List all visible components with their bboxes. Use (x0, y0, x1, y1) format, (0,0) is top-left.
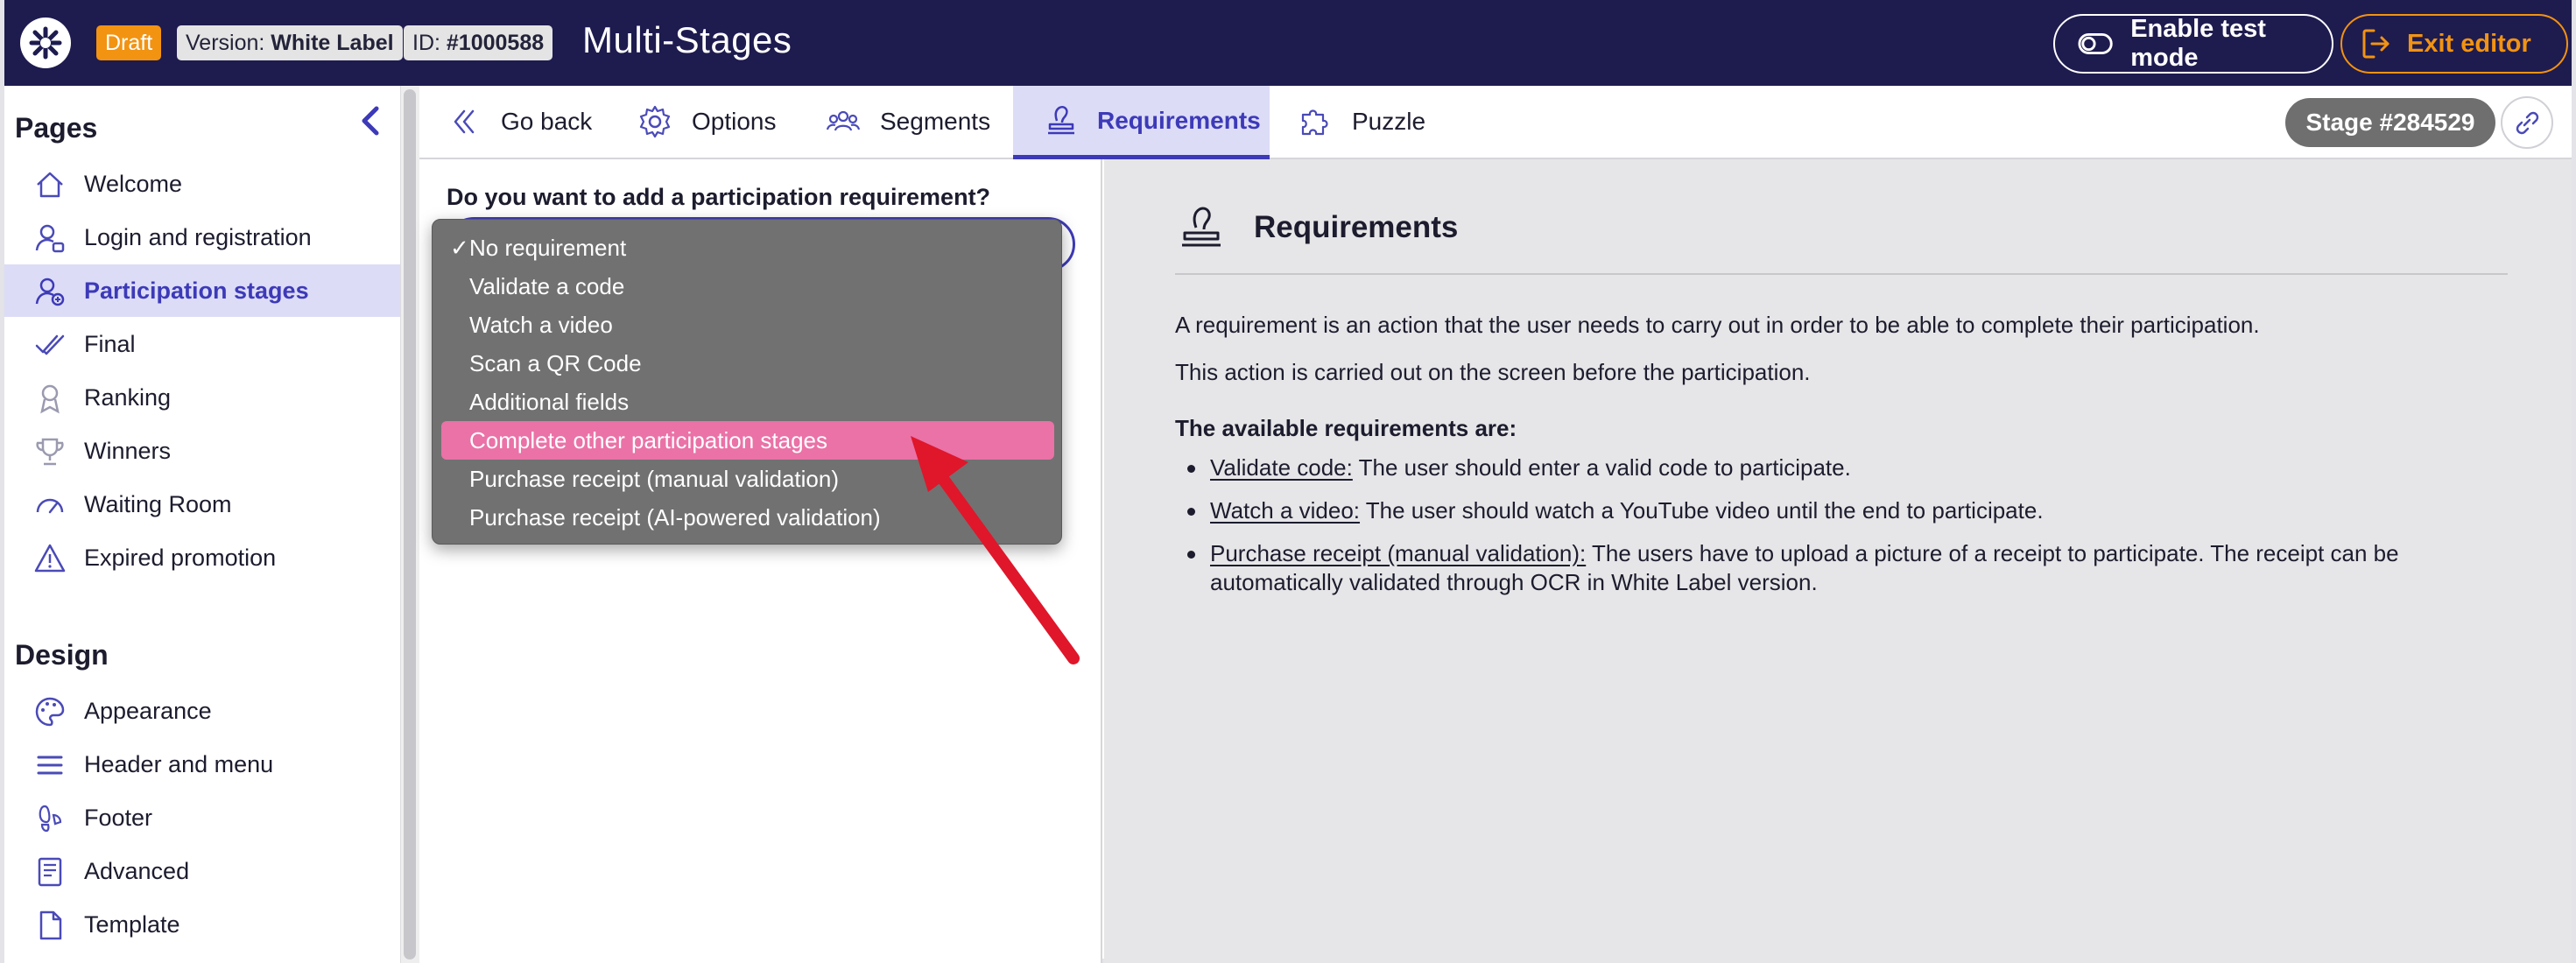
draft-badge: Draft (96, 25, 162, 60)
sidebar-item-footer[interactable]: Footer (4, 791, 400, 844)
ranking-icon (40, 384, 60, 414)
pages-heading: Pages (15, 112, 98, 144)
sidebar-item-login[interactable]: Login and registration (4, 211, 400, 264)
home-icon (37, 172, 63, 198)
sidebar-item-expired-promotion[interactable]: Expired promotion (4, 531, 400, 584)
dropdown-option-watch-video[interactable]: Watch a video (441, 306, 1054, 344)
sidebar-item-welcome[interactable]: Welcome (4, 158, 400, 210)
gauge-icon (36, 498, 64, 514)
snowflake-logo-icon (29, 26, 62, 60)
help-divider (1175, 273, 2508, 275)
version-badge: Version: White Label (177, 25, 403, 60)
gear-icon (639, 105, 671, 138)
file-icon (39, 910, 62, 940)
double-check-icon (35, 334, 65, 355)
link-icon (2516, 111, 2539, 135)
sidebar-item-header-and-menu[interactable]: Header and menu (4, 738, 400, 791)
dropdown-option-no-requirement[interactable]: ✓ No requirement (441, 228, 1054, 267)
user-lock-icon (35, 224, 65, 253)
users-group-icon (826, 110, 861, 131)
dropdown-option-additional-fields[interactable]: Additional fields (441, 383, 1054, 421)
sidebar-item-waiting-room[interactable]: Waiting Room (4, 478, 400, 531)
available-requirements-heading: The available requirements are: (1175, 415, 1517, 441)
logout-icon (2362, 29, 2389, 59)
palette-icon (35, 697, 65, 727)
stage-id-badge: Stage #284529 (2285, 98, 2495, 147)
design-heading: Design (15, 639, 109, 671)
tab-requirements[interactable]: Requirements (1013, 86, 1270, 159)
stamp-icon (1048, 105, 1074, 134)
stamp-icon (1182, 207, 1221, 247)
exit-editor-button[interactable]: Exit editor (2340, 14, 2568, 74)
app-logo[interactable] (20, 18, 71, 68)
tab-segments[interactable]: Segments (826, 86, 990, 158)
user-add-icon (35, 278, 65, 306)
toggle-icon (2078, 33, 2113, 54)
copy-link-button[interactable] (2501, 96, 2553, 149)
collapse-sidebar-button[interactable] (355, 103, 387, 138)
trophy-icon (36, 438, 64, 466)
annotation-arrow-icon (911, 436, 1080, 664)
warning-icon (34, 544, 66, 573)
tab-options[interactable]: Options (637, 86, 777, 158)
sidebar-item-template[interactable]: Template (4, 898, 400, 951)
requirements-list: Validate code: The user should enter a v… (1175, 453, 2506, 611)
help-title: Requirements (1254, 210, 1459, 244)
requirement-question: Do you want to add a participation requi… (447, 184, 991, 210)
chevron-left-icon (362, 106, 379, 136)
double-chevron-left-icon (454, 109, 475, 134)
sidebar-item-advanced[interactable]: Advanced (4, 845, 400, 897)
menu-icon (37, 756, 63, 775)
document-code-icon (38, 857, 62, 887)
sidebar-item-ranking[interactable]: Ranking (4, 371, 400, 424)
help-paragraph: A requirement is an action that the user… (1175, 312, 2260, 338)
list-item: Purchase receipt (manual validation): Th… (1175, 539, 2506, 597)
checkmark-icon: ✓ (450, 235, 469, 261)
list-item: Validate code: The user should enter a v… (1175, 453, 2506, 482)
dropdown-option-validate-code[interactable]: Validate a code (441, 267, 1054, 306)
footprint-icon (39, 805, 62, 833)
tab-go-back[interactable]: Go back (447, 86, 592, 158)
tab-puzzle[interactable]: Puzzle (1298, 86, 1425, 158)
sidebar-item-participation-stages[interactable]: Participation stages (4, 264, 400, 317)
sidebar-item-final[interactable]: Final (4, 318, 400, 370)
sidebar-item-winners[interactable]: Winners (4, 425, 400, 477)
sidebar-item-appearance[interactable]: Appearance (4, 685, 400, 737)
enable-test-mode-button[interactable]: Enable test mode (2053, 14, 2333, 74)
puzzle-icon (1301, 109, 1328, 136)
dropdown-option-scan-qr[interactable]: Scan a QR Code (441, 344, 1054, 383)
list-item: Watch a video: The user should watch a Y… (1175, 496, 2506, 525)
id-badge: ID: #1000588 (404, 25, 553, 60)
sidebar-scrollbar-thumb[interactable] (404, 89, 416, 959)
top-bar: Draft Version: White Label ID: #1000588 … (4, 0, 2572, 86)
help-paragraph: This action is carried out on the screen… (1175, 359, 1811, 385)
page-title: Multi-Stages (582, 19, 792, 60)
